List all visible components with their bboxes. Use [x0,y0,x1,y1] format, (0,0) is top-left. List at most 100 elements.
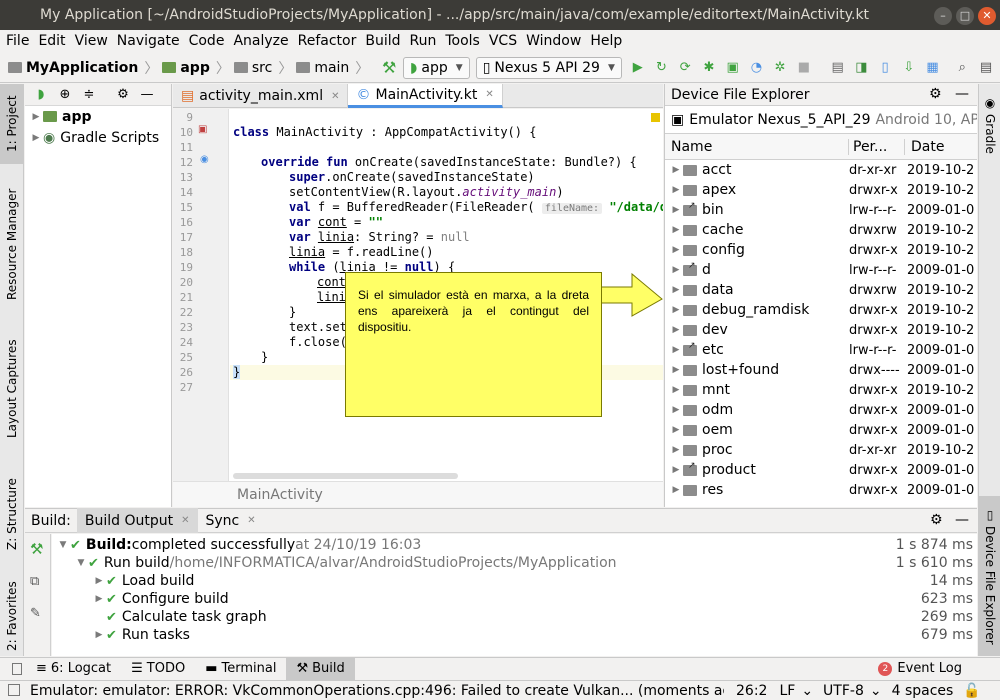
expand-arrow-icon[interactable]: ▶ [669,345,683,355]
gear-icon[interactable]: ⚙ [930,512,943,528]
expand-arrow-icon[interactable]: ▶ [29,133,43,143]
apply-changes-icon[interactable]: ↻ [652,58,672,78]
tab-project[interactable]: 1: Project [0,84,24,164]
gear-icon[interactable]: ⚙ [113,85,133,105]
file-row[interactable]: ▶ config drwxr-x 2019-10-2 [665,240,977,260]
expand-arrow-icon[interactable]: ▶ [669,425,683,435]
breadcrumb-project[interactable]: MyApplication 〉 [8,58,158,78]
file-row[interactable]: ▶ data drwxrw 2019-10-2 [665,280,977,300]
tree-item-app[interactable]: ▶ app [25,106,171,127]
expand-arrow-icon[interactable]: ▶ [29,112,43,122]
hide-icon[interactable]: — [137,85,157,105]
menu-view[interactable]: View [75,33,108,49]
profile-icon[interactable]: ◔ [747,58,767,78]
gear-icon[interactable]: ⚙ [929,86,942,102]
toggle-tool-windows-icon[interactable] [12,662,22,675]
build-tree-row[interactable]: ▼ ✔ Build: completed successfully at 24/10… [52,536,977,554]
menu-window[interactable]: Window [526,33,581,49]
file-row[interactable]: ▶ lost+found drwx---- 2009-01-0 [665,360,977,380]
menu-build[interactable]: Build [365,33,400,49]
menu-help[interactable]: Help [590,33,622,49]
menu-vcs[interactable]: VCS [489,33,517,49]
layout-inspector-icon[interactable]: ▦ [923,58,943,78]
breadcrumb-src[interactable]: src 〉 [233,58,292,78]
menu-tools[interactable]: Tools [445,33,480,49]
hide-icon[interactable]: — [955,512,969,528]
file-row[interactable]: ▶ res drwxr-x 2009-01-0 [665,480,977,500]
stop-icon[interactable]: ■ [794,58,814,78]
expand-arrow-icon[interactable]: ▶ [669,245,683,255]
search-icon[interactable]: ⌕ [952,58,972,78]
file-row[interactable]: ▶ dev drwxr-x 2019-10-2 [665,320,977,340]
editor-breadcrumb[interactable]: MainActivity [173,481,663,507]
column-header-permissions[interactable]: Per... [849,138,905,155]
toggle-view-icon[interactable]: ⧉ [30,574,39,589]
device-select[interactable]: ▣ Emulator Nexus_5_API_29 Android 10, AP… [665,106,977,134]
tab-todo[interactable]: ☰ TODO [121,658,195,680]
menu-refactor[interactable]: Refactor [298,33,357,49]
tab-sync[interactable]: Sync ✕ [198,508,264,533]
expand-arrow-icon[interactable]: ▶ [669,405,683,415]
lock-icon[interactable]: 🔓 [963,683,980,699]
run-icon[interactable]: ▶ [628,58,648,78]
expand-arrow-icon[interactable]: ▼ [56,540,70,550]
expand-arrow-icon[interactable]: ▶ [669,185,683,195]
menu-navigate[interactable]: Navigate [117,33,180,49]
indent-setting[interactable]: 4 spaces [892,683,954,699]
breadcrumb-app[interactable]: app 〉 [162,58,230,78]
expand-arrow-icon[interactable]: ▶ [669,285,683,295]
caret-position[interactable]: 26:2 [736,683,767,699]
debug-icon[interactable]: ✱ [699,58,719,78]
build-tree-row[interactable]: ▶✔Calculate task graph269 ms [52,608,977,626]
expand-arrow-icon[interactable]: ▶ [669,305,683,315]
tab-build[interactable]: ⚒ Build [286,657,355,680]
expand-arrow-icon[interactable]: ▶ [669,365,683,375]
expand-arrow-icon[interactable]: ▶ [669,225,683,235]
close-tab-icon[interactable]: ✕ [181,515,189,526]
menu-run[interactable]: Run [410,33,437,49]
tab-build-output[interactable]: Build Output ✕ [76,508,198,533]
expand-arrow-icon[interactable]: ▶ [669,445,683,455]
hammer-icon[interactable]: ⚒ [30,540,43,558]
file-row[interactable]: ▶ odm drwxr-x 2009-01-0 [665,400,977,420]
sync-project-icon[interactable]: ◨ [851,58,871,78]
column-header-name[interactable]: Name [665,138,849,155]
expand-arrow-icon[interactable]: ▶ [92,594,106,604]
apply-code-changes-icon[interactable]: ⟳ [675,58,695,78]
file-row[interactable]: ▶ proc dr-xr-xr 2019-10-2 [665,440,977,460]
tab-layout-captures[interactable]: Layout Captures [0,334,24,444]
build-tree-row[interactable]: ▼ ✔ Run build /home/INFORMATICA/alvar/Andr… [52,554,977,572]
tab-device-file-explorer[interactable]: ▯ Device File Explorer [979,496,1000,656]
close-tab-icon[interactable]: ✕ [247,515,255,526]
avd-manager-icon[interactable]: ▯ [875,58,895,78]
inspection-status-icon[interactable] [651,113,660,122]
tab-event-log[interactable]: 2 Event Log [868,658,972,680]
menu-code[interactable]: Code [189,33,225,49]
maximize-icon[interactable]: □ [956,7,974,25]
file-encoding[interactable]: UTF-8 [823,683,864,699]
expand-arrow-icon[interactable]: ▶ [669,165,683,175]
file-row[interactable]: ▶ mnt drwxr-x 2019-10-2 [665,380,977,400]
tree-item-gradle-scripts[interactable]: ▶ ◉ Gradle Scripts [25,127,171,148]
locate-icon[interactable]: ⊕ [55,85,75,105]
expand-arrow-icon[interactable]: ▶ [669,485,683,495]
coverage-icon[interactable]: ▣ [723,58,743,78]
build-tree-row[interactable]: ▶ ✔ Load build 14 ms [52,572,977,590]
sdk-manager-icon[interactable]: ⇩ [899,58,919,78]
expand-arrow-icon[interactable]: ▶ [669,325,683,335]
settings-icon[interactable]: ▤ [976,58,996,78]
tab-structure[interactable]: Z: Structure [0,474,24,554]
run-config-select[interactable]: ◗ app ▼ [403,56,470,79]
file-row[interactable]: ▶ debug_ramdisk drwxr-x 2019-10-2 [665,300,977,320]
file-row[interactable]: ▶ bin lrw-r--r- 2009-01-0 [665,200,977,220]
tab-resource-manager[interactable]: Resource Manager [0,184,24,304]
tab-favorites[interactable]: 2: Favorites [0,579,24,654]
file-row[interactable]: ▶ acct dr-xr-xr 2019-10-2 [665,160,977,180]
file-row[interactable]: ▶ oem drwxr-x 2009-01-0 [665,420,977,440]
minimize-icon[interactable]: – [934,7,952,25]
tab-gradle[interactable]: ◉ Gradle [979,90,1000,160]
override-gutter-icon[interactable]: ◉ [200,154,209,165]
tool-windows-icon[interactable] [8,684,20,696]
expand-arrow-icon[interactable]: ▶ [92,576,106,586]
project-structure-icon[interactable]: ▤ [828,58,848,78]
